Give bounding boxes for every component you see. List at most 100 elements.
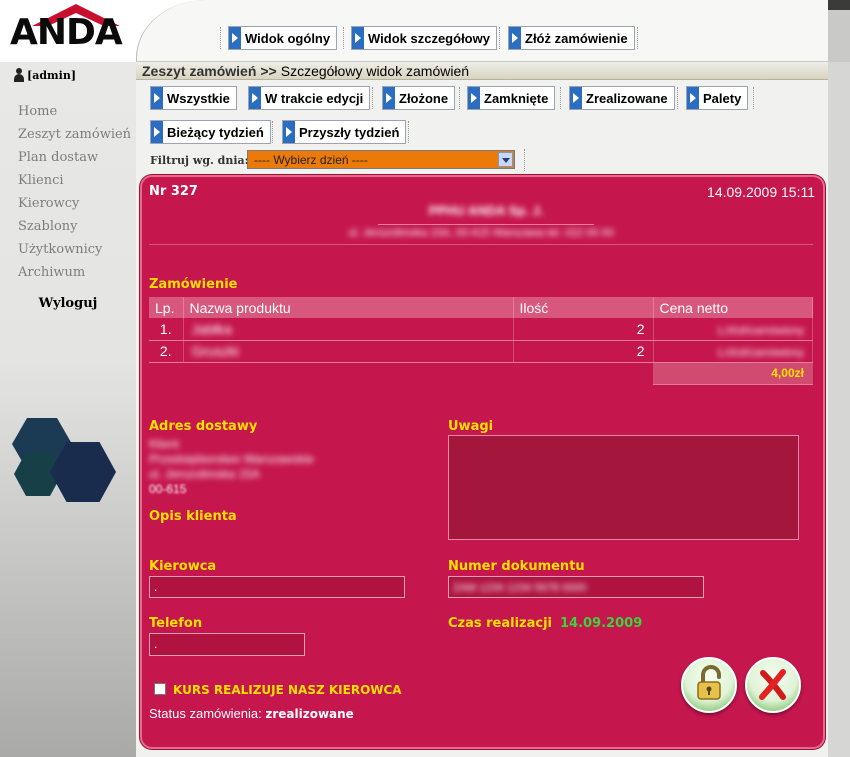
filter-separator bbox=[272, 121, 273, 143]
col-header-name: Nazwa produktu bbox=[183, 297, 514, 318]
anda-logo[interactable]: ANDA bbox=[8, 4, 134, 54]
delivery-address: Klient Przedsiębiorstwo Warszawskie ul. … bbox=[149, 437, 314, 497]
header: ANDA Widok ogólny Widok szczegółowy Złóż… bbox=[0, 0, 850, 62]
nav-separator bbox=[499, 27, 500, 49]
col-header-lp: Lp. bbox=[149, 297, 184, 318]
filter-separator bbox=[560, 87, 561, 109]
filter-separator bbox=[236, 87, 237, 109]
day-filter-select[interactable]: ---- Wybierz dzień ---- bbox=[247, 150, 515, 169]
notes-textarea[interactable] bbox=[448, 435, 799, 540]
nav-label: Widok szczegółowy bbox=[368, 30, 490, 46]
arrow-right-icon bbox=[352, 27, 364, 49]
filter-label: Przyszły tydzień bbox=[299, 124, 400, 140]
own-driver-label[interactable]: KURS REALIZUJE NASZ KIEROWCA bbox=[173, 683, 402, 697]
filter-separator bbox=[459, 87, 460, 109]
filter-przyszly-tydzien-button[interactable]: Przyszły tydzień bbox=[282, 120, 407, 144]
client-description-label: Opis klienta bbox=[149, 509, 237, 524]
arrow-right-icon bbox=[383, 87, 395, 109]
nav-widok-szczegolowy-button[interactable]: Widok szczegółowy bbox=[351, 26, 497, 50]
sidebar: [admin] Home Zeszyt zamówień Plan dostaw… bbox=[0, 62, 136, 757]
filter-separator bbox=[372, 87, 373, 109]
notes-label: Uwagi bbox=[448, 419, 494, 434]
sidebar-item-home[interactable]: Home bbox=[18, 104, 57, 119]
sidebar-item-kierowcy[interactable]: Kierowcy bbox=[18, 196, 79, 211]
chevron-down-icon[interactable] bbox=[498, 152, 513, 167]
row-lp: 1. bbox=[149, 318, 184, 341]
header-right-edge bbox=[828, 0, 850, 62]
company-name-area: PPHU ANDA Sp. J. bbox=[378, 203, 594, 225]
arrow-right-icon bbox=[509, 27, 521, 49]
table-row[interactable]: 1. Jabłka 2 1,00zł/zamówiony bbox=[149, 318, 813, 341]
delivery-address-line: ul. Jerozolimska 15A bbox=[149, 467, 260, 481]
filter-wszystkie-button[interactable]: Wszystkie bbox=[150, 86, 237, 110]
arrow-right-icon bbox=[570, 87, 582, 109]
company-address-area: ul. Jerozolimska 15A, 00-615 Warszawa te… bbox=[149, 223, 813, 245]
sidebar-item-archiwum[interactable]: Archiwum bbox=[18, 265, 85, 280]
filter-zlozone-button[interactable]: Złożone bbox=[382, 86, 456, 110]
filter-separator bbox=[677, 87, 678, 109]
current-user: [admin] bbox=[14, 68, 76, 82]
phone-field[interactable]: . bbox=[149, 633, 305, 656]
row-product-name-cell: Jabłka bbox=[183, 318, 514, 341]
order-section-title: Zamówienie bbox=[149, 277, 238, 292]
col-header-price: Cena netto bbox=[653, 297, 813, 318]
breadcrumb-section[interactable]: Zeszyt zamówień bbox=[142, 63, 256, 79]
nav-separator bbox=[637, 27, 638, 49]
logo-text: ANDA bbox=[10, 12, 123, 53]
filter-separator bbox=[408, 121, 409, 143]
filter-label: Bieżący tydzień bbox=[167, 124, 264, 140]
driver-field[interactable]: . bbox=[149, 576, 405, 598]
breadcrumb-separator: >> bbox=[260, 62, 277, 79]
nav-widok-ogolny-button[interactable]: Widok ogólny bbox=[228, 26, 338, 50]
document-number-field[interactable]: ZAM 1234 1234 5678 0000 bbox=[448, 576, 704, 598]
logout-link[interactable]: Wyloguj bbox=[0, 296, 136, 311]
sidebar-item-klienci[interactable]: Klienci bbox=[18, 173, 64, 188]
arrow-right-icon bbox=[468, 87, 480, 109]
order-number: Nr 327 bbox=[149, 184, 198, 199]
row-product-name: Gruszki bbox=[191, 343, 239, 359]
row-product-name-cell: Gruszki bbox=[183, 340, 514, 363]
user-icon bbox=[14, 68, 24, 82]
filter-palety-button[interactable]: Palety bbox=[686, 86, 749, 110]
unlock-order-button[interactable] bbox=[681, 657, 737, 713]
filter-w-trakcie-edycji-button[interactable]: W trakcie edycji bbox=[248, 86, 371, 110]
nav-zloz-zamowienie-button[interactable]: Złóż zamówienie bbox=[508, 26, 635, 50]
col-header-qty: Ilość bbox=[513, 297, 654, 318]
phone-label: Telefon bbox=[149, 616, 203, 631]
day-filter-label: Filtruj wg. dnia: bbox=[150, 154, 249, 167]
company-name: PPHU ANDA Sp. J. bbox=[428, 203, 544, 218]
breadcrumb: Zeszyt zamówień >> Szczegółowy widok zam… bbox=[136, 62, 828, 80]
row-price-cell: 1,00zł/zamówiony bbox=[653, 318, 813, 341]
order-total: 4,00zł bbox=[653, 362, 813, 385]
empty-cell bbox=[149, 362, 183, 384]
delivery-address-line: Klient bbox=[149, 437, 180, 451]
filter-label: Zamknięte bbox=[484, 90, 549, 106]
arrow-right-icon bbox=[151, 121, 163, 143]
sidebar-item-uzytkownicy[interactable]: Użytkownicy bbox=[18, 242, 102, 257]
filter-zrealizowane-button[interactable]: Zrealizowane bbox=[569, 86, 675, 110]
table-header-row: Lp. Nazwa produktu Ilość Cena netto bbox=[149, 297, 813, 318]
row-price: 1,00zł/zamówiony bbox=[716, 324, 804, 337]
order-status-value: zrealizowane bbox=[265, 707, 354, 721]
filter-label: Wszystkie bbox=[167, 90, 230, 106]
order-card: Nr 327 14.09.2009 15:11 PPHU ANDA Sp. J.… bbox=[142, 177, 823, 747]
main-content: Zeszyt zamówień >> Szczegółowy widok zam… bbox=[136, 62, 828, 757]
own-driver-checkbox[interactable] bbox=[154, 683, 166, 695]
sidebar-item-szablony[interactable]: Szablony bbox=[18, 219, 78, 234]
filter-biezacy-tydzien-button[interactable]: Bieżący tydzień bbox=[150, 120, 271, 144]
cancel-order-button[interactable] bbox=[745, 657, 801, 713]
nav-separator bbox=[343, 27, 344, 49]
sidebar-item-plan-dostaw[interactable]: Plan dostaw bbox=[18, 150, 98, 165]
breadcrumb-page: Szczegółowy widok zamówień bbox=[280, 62, 470, 79]
empty-cell bbox=[513, 362, 653, 384]
order-table: Lp. Nazwa produktu Ilość Cena netto 1. J… bbox=[149, 297, 813, 385]
user-name: [admin] bbox=[27, 68, 77, 82]
table-total-row: 4,00zł bbox=[149, 362, 813, 385]
red-x-icon bbox=[759, 669, 786, 700]
row-product-name: Jabłka bbox=[191, 320, 232, 337]
document-number-value: ZAM 1234 1234 5678 0000 bbox=[453, 582, 587, 594]
table-row[interactable]: 2. Gruszki 2 1,00zł/zamówiony bbox=[149, 340, 813, 363]
filter-zamkniete-button[interactable]: Zamknięte bbox=[467, 86, 556, 110]
filter-label: Zrealizowane bbox=[586, 90, 668, 106]
sidebar-item-zeszyt-zamowien[interactable]: Zeszyt zamówień bbox=[18, 127, 131, 142]
